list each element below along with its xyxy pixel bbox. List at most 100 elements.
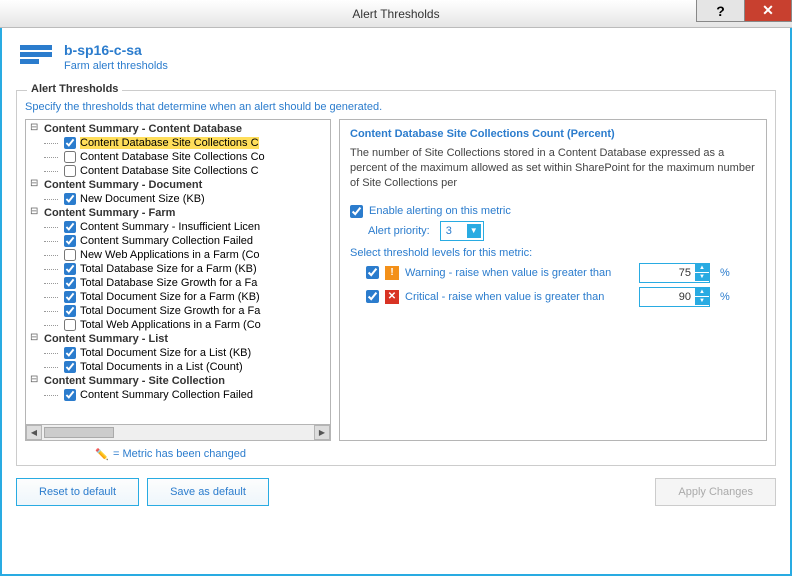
- metric-tree[interactable]: Content Summary - Content DatabaseConten…: [25, 119, 331, 441]
- warning-unit: %: [720, 267, 730, 279]
- tree-item-checkbox[interactable]: [64, 389, 76, 401]
- apply-changes-button[interactable]: Apply Changes: [655, 478, 776, 506]
- tree-item[interactable]: Total Database Size for a Farm (KB): [30, 262, 330, 276]
- tree-item-checkbox[interactable]: [64, 263, 76, 275]
- tree-item-checkbox[interactable]: [64, 137, 76, 149]
- critical-unit: %: [720, 291, 730, 303]
- tree-item-label: Total Document Size Growth for a Fa: [80, 305, 260, 317]
- tree-item[interactable]: Total Documents in a List (Count): [30, 360, 330, 374]
- tree-item[interactable]: New Web Applications in a Farm (Co: [30, 248, 330, 262]
- window-body: b-sp16-c-sa Farm alert thresholds Alert …: [0, 28, 792, 576]
- tree-item-checkbox[interactable]: [64, 221, 76, 233]
- metric-detail: Content Database Site Collections Count …: [339, 119, 767, 441]
- group-note: Specify the thresholds that determine wh…: [25, 101, 767, 113]
- tree-item[interactable]: Content Summary Collection Failed: [30, 388, 330, 402]
- critical-label: Critical - raise when value is greater t…: [405, 291, 633, 303]
- tree-item[interactable]: Content Database Site Collections C: [30, 136, 330, 150]
- tree-item[interactable]: Total Document Size for a List (KB): [30, 346, 330, 360]
- header-subtitle: Farm alert thresholds: [64, 60, 168, 72]
- save-as-default-button[interactable]: Save as default: [147, 478, 269, 506]
- metric-changed-legend: ✏️ = Metric has been changed: [25, 447, 767, 461]
- critical-value: 90: [640, 291, 695, 303]
- tree-group[interactable]: Content Summary - List: [30, 332, 330, 346]
- tree-item[interactable]: Content Database Site Collections Co: [30, 150, 330, 164]
- tree-item-checkbox[interactable]: [64, 193, 76, 205]
- critical-checkbox[interactable]: [366, 290, 379, 303]
- tree-item-checkbox[interactable]: [64, 319, 76, 331]
- tree-item-label: Content Database Site Collections C: [80, 137, 259, 149]
- pencil-icon: ✏️: [95, 447, 109, 461]
- tree-item-label: New Document Size (KB): [80, 193, 205, 205]
- tree-item[interactable]: Total Web Applications in a Farm (Co: [30, 318, 330, 332]
- button-row: Reset to default Save as default Apply C…: [2, 466, 790, 518]
- window-title: Alert Thresholds: [352, 7, 439, 21]
- tree-item-label: Total Document Size for a Farm (KB): [80, 291, 260, 303]
- warning-checkbox[interactable]: [366, 266, 379, 279]
- tree-group[interactable]: Content Summary - Farm: [30, 206, 330, 220]
- titlebar: Alert Thresholds ? ✕: [0, 0, 792, 28]
- priority-label: Alert priority:: [368, 225, 430, 237]
- tree-item-checkbox[interactable]: [64, 305, 76, 317]
- tree-item-label: Total Database Size for a Farm (KB): [80, 263, 257, 275]
- help-button[interactable]: ?: [696, 0, 744, 22]
- tree-item-checkbox[interactable]: [64, 291, 76, 303]
- alert-thresholds-group: Alert Thresholds Specify the thresholds …: [16, 90, 776, 466]
- header: b-sp16-c-sa Farm alert thresholds: [2, 28, 790, 82]
- tree-group[interactable]: Content Summary - Site Collection: [30, 374, 330, 388]
- critical-icon: ✕: [385, 290, 399, 304]
- critical-spin-down[interactable]: ▼: [695, 297, 709, 306]
- tree-item[interactable]: New Document Size (KB): [30, 192, 330, 206]
- header-title: b-sp16-c-sa: [64, 42, 168, 58]
- scroll-left-button[interactable]: ◀: [26, 425, 42, 440]
- priority-select[interactable]: 3 ▼: [440, 221, 484, 241]
- tree-item-checkbox[interactable]: [64, 249, 76, 261]
- tree-item-label: Content Summary Collection Failed: [80, 389, 253, 401]
- tree-item[interactable]: Content Summary - Insufficient Licen: [30, 220, 330, 234]
- tree-item-label: Total Documents in a List (Count): [80, 361, 243, 373]
- legend-note-text: = Metric has been changed: [113, 448, 246, 460]
- warning-spin-up[interactable]: ▲: [695, 264, 709, 273]
- tree-item-checkbox[interactable]: [64, 165, 76, 177]
- select-levels-label: Select threshold levels for this metric:: [350, 247, 756, 259]
- tree-group[interactable]: Content Summary - Content Database: [30, 122, 330, 136]
- reset-to-default-button[interactable]: Reset to default: [16, 478, 139, 506]
- chevron-down-icon: ▼: [467, 224, 481, 238]
- critical-value-input[interactable]: 90 ▲ ▼: [639, 287, 710, 307]
- tree-item-checkbox[interactable]: [64, 277, 76, 289]
- tree-hscrollbar[interactable]: ◀ ▶: [26, 424, 330, 440]
- tree-item-label: Total Database Size Growth for a Fa: [80, 277, 257, 289]
- group-legend: Alert Thresholds: [27, 83, 122, 95]
- warning-label: Warning - raise when value is greater th…: [405, 267, 633, 279]
- warning-icon: !: [385, 266, 399, 280]
- tree-group[interactable]: Content Summary - Document: [30, 178, 330, 192]
- warning-spin-down[interactable]: ▼: [695, 273, 709, 282]
- server-icon: [20, 42, 52, 64]
- tree-item[interactable]: Total Document Size for a Farm (KB): [30, 290, 330, 304]
- tree-item-label: Total Document Size for a List (KB): [80, 347, 251, 359]
- warning-threshold-row: ! Warning - raise when value is greater …: [366, 263, 756, 283]
- detail-description: The number of Site Collections stored in…: [350, 146, 756, 191]
- tree-item-label: Total Web Applications in a Farm (Co: [80, 319, 261, 331]
- tree-item[interactable]: Content Summary Collection Failed: [30, 234, 330, 248]
- scroll-right-button[interactable]: ▶: [314, 425, 330, 440]
- tree-item[interactable]: Total Document Size Growth for a Fa: [30, 304, 330, 318]
- tree-item-label: New Web Applications in a Farm (Co: [80, 249, 260, 261]
- critical-threshold-row: ✕ Critical - raise when value is greater…: [366, 287, 756, 307]
- tree-item[interactable]: Content Database Site Collections C: [30, 164, 330, 178]
- warning-value-input[interactable]: 75 ▲ ▼: [639, 263, 710, 283]
- close-button[interactable]: ✕: [744, 0, 792, 22]
- scroll-track[interactable]: [42, 425, 314, 440]
- tree-item-checkbox[interactable]: [64, 361, 76, 373]
- tree-item-label: Content Database Site Collections C: [80, 165, 259, 177]
- enable-alerting-checkbox[interactable]: [350, 205, 363, 218]
- tree-item-checkbox[interactable]: [64, 151, 76, 163]
- detail-title: Content Database Site Collections Count …: [350, 128, 756, 140]
- tree-item[interactable]: Total Database Size Growth for a Fa: [30, 276, 330, 290]
- tree-item-checkbox[interactable]: [64, 235, 76, 247]
- critical-spin-up[interactable]: ▲: [695, 288, 709, 297]
- tree-item-checkbox[interactable]: [64, 347, 76, 359]
- tree-item-label: Content Database Site Collections Co: [80, 151, 265, 163]
- tree-item-label: Content Summary Collection Failed: [80, 235, 253, 247]
- window-controls: ? ✕: [696, 0, 792, 27]
- scroll-thumb[interactable]: [44, 427, 114, 438]
